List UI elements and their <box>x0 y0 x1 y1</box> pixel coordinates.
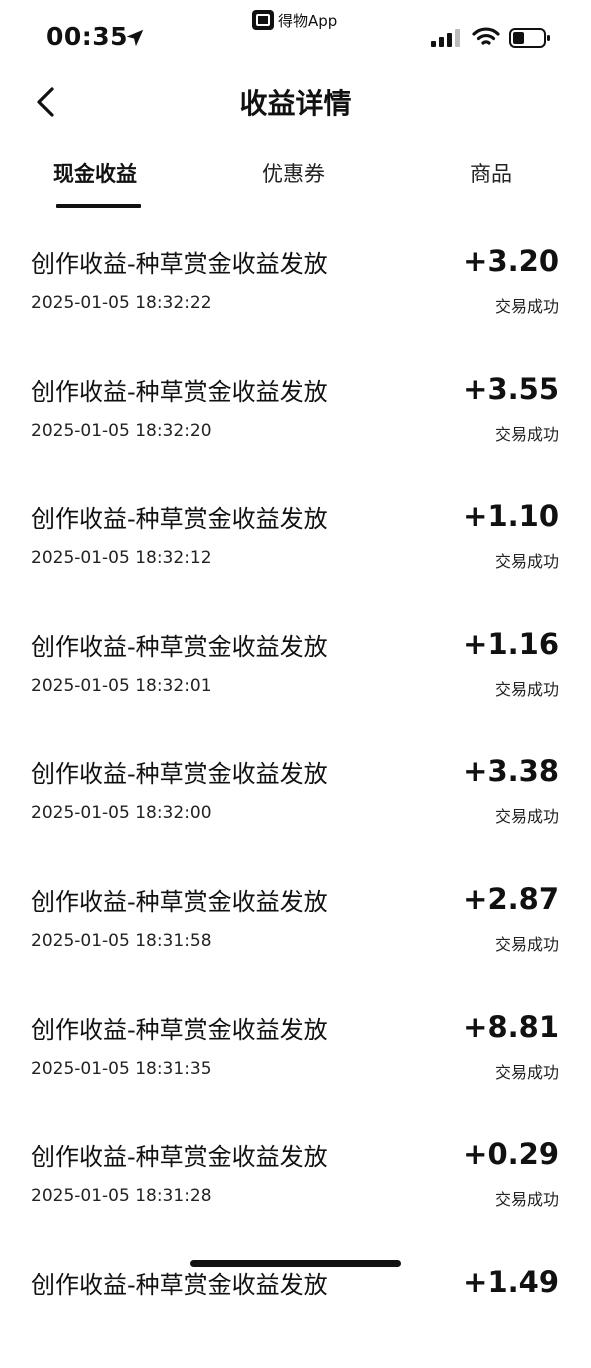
app-indicator[interactable]: 得物App <box>252 8 337 32</box>
transaction-status: 交易成功 <box>494 1190 559 1210</box>
transaction-time: 2025-01-05 18:32:01 <box>31 675 212 696</box>
list-item[interactable]: 创作收益-种草赏金收益发放 2025-01-05 18:31:28 +0.29 … <box>0 1113 591 1241</box>
transaction-title: 创作收益-种草赏金收益发放 <box>31 1270 328 1299</box>
list-item[interactable]: 创作收益-种草赏金收益发放 2025-01-05 18:31:58 +2.87 … <box>0 858 591 986</box>
active-tab-indicator <box>56 204 141 208</box>
tab-cash-income[interactable]: 现金收益 <box>53 158 137 188</box>
page-title: 收益详情 <box>239 87 352 120</box>
transaction-title: 创作收益-种草赏金收益发放 <box>31 887 328 916</box>
status-bar: 00:35 得物App <box>0 0 591 78</box>
list-item[interactable]: 创作收益-种草赏金收益发放 2025-01-05 18:31:35 +8.81 … <box>0 986 591 1114</box>
list-item[interactable]: 创作收益-种草赏金收益发放 2025-01-05 18:32:12 +1.10 … <box>0 475 591 603</box>
transaction-status: 交易成功 <box>494 424 559 444</box>
transaction-status: 交易成功 <box>494 934 559 954</box>
list-item[interactable]: 创作收益-种草赏金收益发放 2025-01-05 18:32:22 +3.20 … <box>0 220 591 348</box>
transaction-amount: +2.87 <box>463 881 559 916</box>
transaction-time: 2025-01-05 18:32:20 <box>31 420 212 441</box>
app-name: 得物App <box>278 11 338 30</box>
tab-products[interactable]: 商品 <box>470 158 512 188</box>
transaction-time: 2025-01-05 18:31:28 <box>31 1186 212 1207</box>
tab-bar: 现金收益 优惠券 商品 <box>0 150 591 210</box>
transaction-status: 交易成功 <box>494 552 559 572</box>
transaction-status: 交易成功 <box>494 679 559 699</box>
transaction-amount: +3.20 <box>463 244 559 278</box>
transaction-amount: +8.81 <box>463 1009 559 1044</box>
transaction-title: 创作收益-种草赏金收益发放 <box>31 1015 328 1044</box>
transaction-title: 创作收益-种草赏金收益发放 <box>31 505 328 534</box>
transaction-amount: +1.10 <box>463 499 559 534</box>
transaction-title: 创作收益-种草赏金收益发放 <box>31 250 328 278</box>
transaction-time: 2025-01-05 18:32:00 <box>31 803 212 824</box>
tab-coupons[interactable]: 优惠券 <box>262 158 325 188</box>
cellular-signal-icon <box>431 29 460 47</box>
transaction-title: 创作收益-种草赏金收益发放 <box>31 377 328 406</box>
battery-icon <box>509 28 550 48</box>
list-item[interactable]: 创作收益-种草赏金收益发放 2025-01-05 18:32:01 +1.16 … <box>0 603 591 731</box>
transaction-amount: +1.16 <box>463 626 559 661</box>
transaction-status: 交易成功 <box>494 297 559 316</box>
transaction-title: 创作收益-种草赏金收益发放 <box>31 632 328 661</box>
location-arrow-icon <box>126 29 144 47</box>
transaction-amount: +1.49 <box>463 1264 559 1299</box>
wifi-icon <box>472 27 500 45</box>
home-indicator[interactable] <box>190 1260 401 1267</box>
transaction-amount: +3.38 <box>463 754 559 789</box>
transaction-status: 交易成功 <box>494 807 559 827</box>
status-time: 00:35 <box>46 22 129 51</box>
transaction-time: 2025-01-05 18:32:12 <box>31 548 212 569</box>
transaction-status: 交易成功 <box>494 1062 559 1082</box>
app-logo-icon <box>252 10 274 30</box>
transaction-title: 创作收益-种草赏金收益发放 <box>31 760 328 789</box>
transaction-time: 2025-01-05 18:32:22 <box>31 293 212 313</box>
list-item[interactable]: 创作收益-种草赏金收益发放 2025-01-05 18:32:00 +3.38 … <box>0 730 591 858</box>
transaction-amount: +3.55 <box>463 371 559 406</box>
transaction-time: 2025-01-05 18:31:35 <box>31 1058 212 1079</box>
list-item[interactable]: 创作收益-种草赏金收益发放 2025-01-05 18:32:20 +3.55 … <box>0 348 591 476</box>
transaction-list: 创作收益-种草赏金收益发放 2025-01-05 18:32:22 +3.20 … <box>0 220 591 1368</box>
transaction-amount: +0.29 <box>463 1137 559 1172</box>
transaction-title: 创作收益-种草赏金收益发放 <box>31 1143 328 1172</box>
transaction-time: 2025-01-05 18:31:58 <box>31 930 212 951</box>
